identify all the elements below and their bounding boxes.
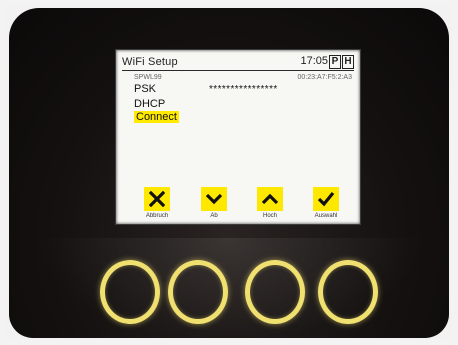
softkey-up[interactable] bbox=[257, 187, 283, 211]
softkey-cancel[interactable] bbox=[144, 187, 170, 211]
chevron-up-icon bbox=[261, 193, 279, 205]
lcd-screen: WiFi Setup 17:05 P H SPWL99 00:23:A7:F5:… bbox=[115, 49, 361, 225]
menu-item-psk[interactable]: PSK bbox=[134, 83, 156, 95]
hardware-button-3[interactable] bbox=[245, 260, 305, 324]
hardware-button-2[interactable] bbox=[168, 260, 228, 324]
menu-item-connect[interactable]: Connect bbox=[134, 111, 179, 123]
indicator-p: P bbox=[329, 55, 341, 69]
device-reflection bbox=[9, 238, 449, 338]
softkey-label-down: Ab bbox=[210, 213, 218, 219]
softkey-select[interactable] bbox=[313, 187, 339, 211]
clock-time: 17:05 bbox=[300, 55, 328, 67]
screen-title: WiFi Setup bbox=[122, 56, 178, 68]
ssid-label: SPWL99 bbox=[134, 74, 162, 81]
device-body: WiFi Setup 17:05 P H SPWL99 00:23:A7:F5:… bbox=[9, 8, 449, 338]
indicator-h: H bbox=[342, 55, 354, 69]
menu-item-dhcp[interactable]: DHCP bbox=[134, 98, 165, 110]
hardware-button-1[interactable] bbox=[100, 260, 160, 324]
hardware-button-4[interactable] bbox=[318, 260, 378, 324]
softkey-label-up: Hoch bbox=[262, 213, 277, 219]
close-icon bbox=[149, 191, 165, 207]
mac-address: 00:23:A7:F5:2:A3 bbox=[297, 74, 352, 81]
psk-value: **************** bbox=[209, 84, 278, 95]
softkey-label-select: Auswahl bbox=[314, 213, 338, 219]
softkey-down[interactable] bbox=[201, 187, 227, 211]
title-bar: WiFi Setup 17:05 P H bbox=[122, 54, 354, 71]
check-icon bbox=[317, 191, 335, 207]
softkey-label-cancel: Abbruch bbox=[145, 213, 169, 219]
chevron-down-icon bbox=[205, 193, 223, 205]
